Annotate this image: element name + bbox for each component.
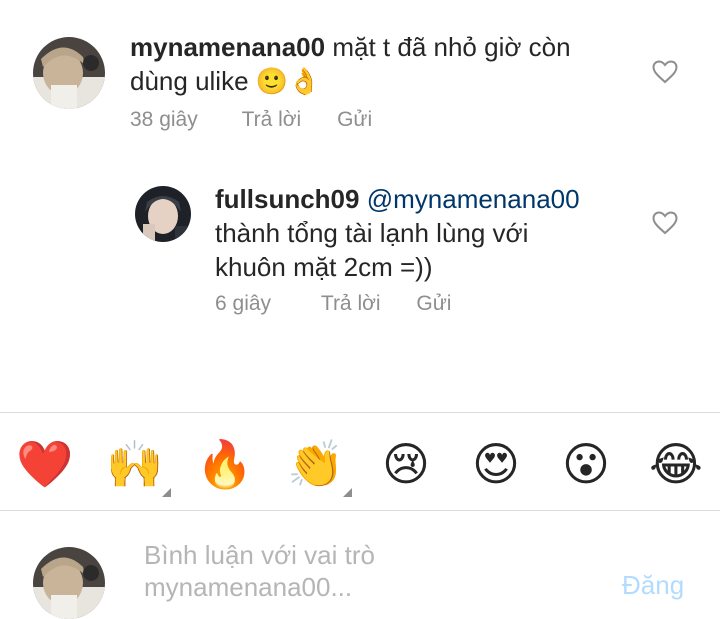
- send-button[interactable]: Gửi: [416, 292, 451, 316]
- emoji-fire-button[interactable]: 🔥: [195, 436, 255, 492]
- reply-item: fullsunch09 @mynamenana00 thành tổng tài…: [0, 170, 720, 340]
- comment-meta: 38 giây Trả lời Gửi: [130, 108, 372, 132]
- comment-body-line1: mặt t đã nhỏ giờ còn: [332, 32, 571, 62]
- emoji-tears-of-joy-button[interactable]: 😂: [646, 436, 706, 492]
- reply-username[interactable]: fullsunch09: [215, 184, 359, 214]
- reply-body-line1: thành tổng tài lạnh lùng với: [215, 218, 529, 248]
- comment-item: mynamenana00 mặt t đã nhỏ giờ còn dùng u…: [0, 0, 720, 150]
- comment-time: 38 giây: [130, 108, 198, 131]
- skin-tone-indicator-icon: [343, 488, 352, 497]
- post-button[interactable]: Đăng: [622, 570, 684, 601]
- emoji-heart-eyes-button[interactable]: 😍: [466, 436, 526, 492]
- placeholder-line2: mynamenana00...: [144, 572, 353, 602]
- reply-text: fullsunch09 @mynamenana00 thành tổng tài…: [215, 182, 635, 284]
- placeholder-line1: Bình luận với vai trò: [144, 540, 375, 570]
- reply-meta: 6 giây Trả lời Gửi: [215, 292, 451, 316]
- send-button[interactable]: Gửi: [337, 108, 372, 132]
- comment-time: 6 giây: [215, 292, 272, 315]
- comment-composer: Bình luận với vai trò mynamenana00... Đă…: [0, 511, 720, 619]
- comment-input[interactable]: Bình luận với vai trò mynamenana00...: [144, 539, 375, 603]
- emoji-crying-button[interactable]: 😢: [376, 436, 436, 492]
- avatar[interactable]: [135, 186, 191, 242]
- reply-button[interactable]: Trả lời: [321, 292, 381, 316]
- reply-body-line2: khuôn mặt 2cm =)): [215, 252, 433, 282]
- emoji-quick-bar: ❤️ 🙌 🔥 👏 😢 😍 😮 😂: [0, 418, 720, 510]
- mention-link[interactable]: @mynamenana00: [367, 184, 580, 214]
- emoji-heart-button[interactable]: ❤️: [15, 436, 75, 492]
- heart-icon[interactable]: [652, 211, 678, 235]
- emoji-clap-button[interactable]: 👏: [286, 436, 346, 492]
- avatar[interactable]: [33, 37, 105, 109]
- reply-button[interactable]: Trả lời: [242, 108, 302, 132]
- comment-text: mynamenana00 mặt t đã nhỏ giờ còn dùng u…: [130, 30, 630, 99]
- skin-tone-indicator-icon: [162, 488, 171, 497]
- comment-username[interactable]: mynamenana00: [130, 32, 325, 62]
- emoji-surprised-button[interactable]: 😮: [556, 436, 616, 492]
- avatar: [33, 547, 105, 619]
- divider: [0, 412, 720, 413]
- comment-emoji: 🙂👌: [255, 67, 321, 97]
- heart-icon[interactable]: [652, 60, 678, 84]
- comment-body-line2: dùng ulike: [130, 66, 249, 96]
- emoji-raised-hands-button[interactable]: 🙌: [105, 436, 165, 492]
